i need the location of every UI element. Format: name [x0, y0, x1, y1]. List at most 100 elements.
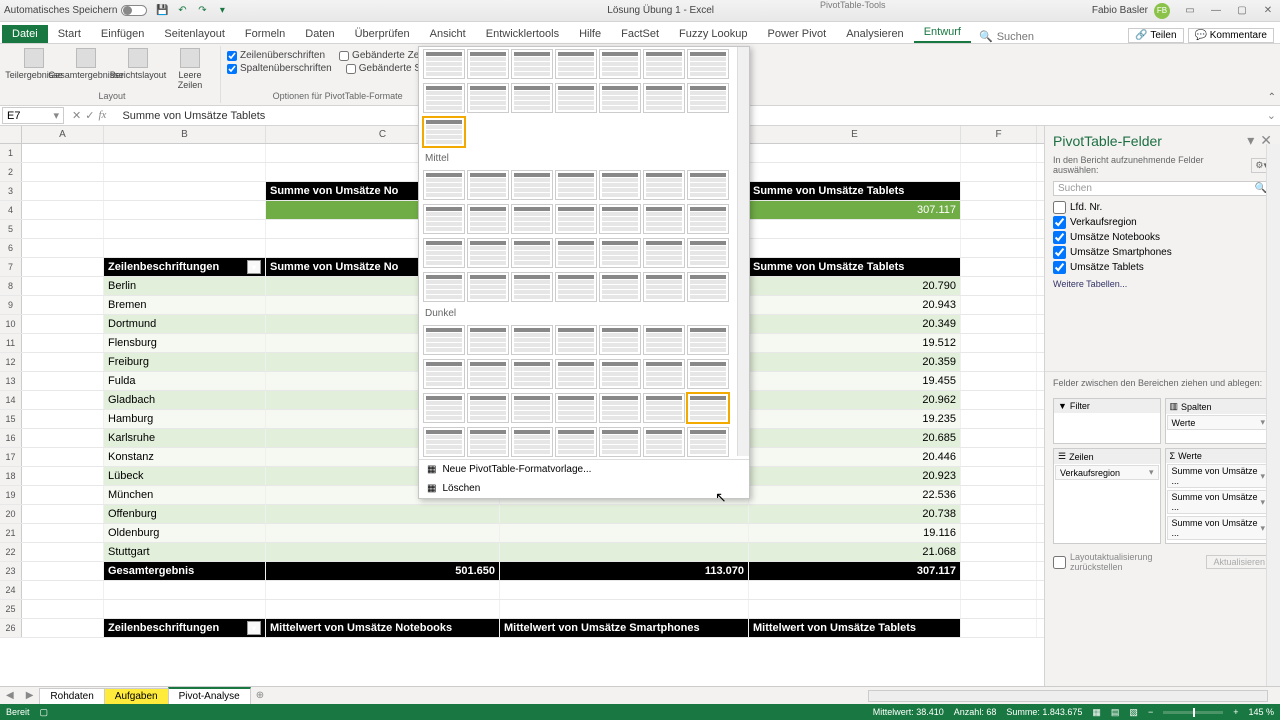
style-swatch[interactable]	[643, 238, 685, 268]
defer-update-checkbox[interactable]	[1053, 556, 1066, 569]
style-swatch[interactable]	[467, 325, 509, 355]
style-swatch[interactable]	[467, 204, 509, 234]
style-swatch[interactable]	[467, 83, 509, 113]
style-swatch[interactable]	[643, 272, 685, 302]
cancel-icon[interactable]: ✕	[72, 109, 81, 122]
gallery-scrollbar[interactable]	[737, 47, 749, 456]
sheet-tab[interactable]: Pivot-Analyse	[168, 687, 251, 704]
filter-dropdown-icon[interactable]: ▾	[247, 621, 261, 635]
zoom-in-icon[interactable]: +	[1233, 707, 1238, 717]
style-swatch[interactable]	[643, 204, 685, 234]
style-swatch[interactable]	[643, 359, 685, 389]
style-swatch[interactable]	[467, 49, 509, 79]
ribbon-display-icon[interactable]: ▭	[1182, 5, 1198, 16]
sheet-nav-next-icon[interactable]: ▶	[20, 690, 40, 701]
area-rows[interactable]: ☰ Zeilen Verkaufsregion▾	[1053, 448, 1161, 544]
style-swatch[interactable]	[687, 393, 729, 423]
style-swatch[interactable]	[467, 170, 509, 200]
undo-icon[interactable]: ↶	[175, 4, 189, 18]
table-row[interactable]: 22Stuttgart21.068	[0, 543, 1044, 562]
table-row[interactable]: 21Oldenburg19.116	[0, 524, 1044, 543]
tab-fuzzy-lookup[interactable]: Fuzzy Lookup	[669, 25, 757, 43]
style-swatch[interactable]	[423, 272, 465, 302]
filter-dropdown-icon[interactable]: ▾	[247, 260, 261, 274]
maximize-icon[interactable]: ▢	[1234, 5, 1250, 16]
table-row[interactable]: 26Zeilenbeschriftungen▾Mittelwert von Um…	[0, 619, 1044, 638]
style-swatch[interactable]	[643, 393, 685, 423]
tab-einfuegen[interactable]: Einfügen	[91, 25, 154, 43]
style-swatch[interactable]	[687, 325, 729, 355]
style-swatch[interactable]	[423, 427, 465, 457]
style-swatch[interactable]	[423, 83, 465, 113]
collapse-ribbon-icon[interactable]: ⌃	[1268, 92, 1276, 103]
style-swatch[interactable]	[555, 272, 597, 302]
select-all-corner[interactable]	[0, 126, 22, 143]
tab-ueberpruefen[interactable]: Überprüfen	[345, 25, 420, 43]
style-swatch[interactable]	[599, 204, 641, 234]
area-item[interactable]: Summe von Umsätze ...▾	[1167, 490, 1271, 514]
style-swatch[interactable]	[467, 272, 509, 302]
tab-entwicklertools[interactable]: Entwicklertools	[476, 25, 569, 43]
field-list-dropdown-icon[interactable]: ▾	[1247, 132, 1254, 149]
search-box[interactable]: 🔍Suchen	[979, 30, 1034, 43]
style-swatch[interactable]	[599, 427, 641, 457]
share-button[interactable]: 🔗 Teilen	[1128, 28, 1183, 43]
zoom-slider[interactable]	[1163, 711, 1223, 714]
area-columns[interactable]: ▥ Spalten Werte▾	[1165, 398, 1273, 444]
add-sheet-icon[interactable]: ⊕	[250, 690, 270, 701]
field-checkbox[interactable]: Umsätze Smartphones	[1053, 245, 1272, 260]
style-swatch[interactable]	[467, 427, 509, 457]
close-icon[interactable]: ✕	[1260, 5, 1276, 16]
fx-icon[interactable]: fx	[98, 109, 112, 122]
style-swatch[interactable]	[643, 83, 685, 113]
style-swatch[interactable]	[511, 238, 553, 268]
tab-power-pivot[interactable]: Power Pivot	[758, 25, 837, 43]
vertical-scrollbar[interactable]	[1266, 144, 1280, 686]
tab-formeln[interactable]: Formeln	[235, 25, 295, 43]
clear-style-menuitem[interactable]: ▦Löschen	[419, 479, 749, 498]
style-swatch[interactable]	[511, 325, 553, 355]
style-swatch[interactable]	[687, 427, 729, 457]
style-swatch[interactable]	[555, 359, 597, 389]
autosave-toggle[interactable]: Automatisches Speichern	[4, 5, 147, 16]
view-normal-icon[interactable]: ▦	[1092, 707, 1101, 718]
area-item[interactable]: Werte▾	[1167, 415, 1271, 430]
style-swatch[interactable]	[423, 359, 465, 389]
sheet-tab[interactable]: Rohdaten	[39, 688, 104, 704]
name-box[interactable]: E7▾	[2, 107, 64, 124]
tab-daten[interactable]: Daten	[295, 25, 344, 43]
redo-icon[interactable]: ↷	[195, 4, 209, 18]
style-swatch[interactable]	[643, 427, 685, 457]
style-swatch[interactable]	[599, 49, 641, 79]
style-swatch[interactable]	[599, 238, 641, 268]
more-tables-link[interactable]: Weitere Tabellen...	[1045, 277, 1280, 291]
enter-icon[interactable]: ✓	[85, 109, 94, 122]
report-layout-button[interactable]: Berichtslayout	[114, 48, 162, 91]
sheet-nav-prev-icon[interactable]: ◀	[0, 690, 20, 701]
sheet-tab[interactable]: Aufgaben	[104, 688, 169, 704]
table-row[interactable]: 20Offenburg20.738	[0, 505, 1044, 524]
user-account[interactable]: Fabio Basler FB	[1092, 3, 1170, 19]
chk-row-headers[interactable]: Zeilenüberschriften	[227, 50, 325, 61]
update-button[interactable]: Aktualisieren	[1206, 555, 1272, 569]
comments-button[interactable]: 💬 Kommentare	[1188, 28, 1274, 43]
view-pagebreak-icon[interactable]: ▧	[1129, 707, 1138, 718]
tab-ansicht[interactable]: Ansicht	[420, 25, 476, 43]
save-icon[interactable]: 💾	[155, 4, 169, 18]
style-swatch[interactable]	[555, 238, 597, 268]
style-swatch[interactable]	[467, 238, 509, 268]
style-swatch[interactable]	[423, 393, 465, 423]
style-swatch[interactable]	[511, 359, 553, 389]
style-swatch[interactable]	[555, 170, 597, 200]
col-header[interactable]: E	[749, 126, 961, 143]
zoom-level[interactable]: 145 %	[1248, 707, 1274, 717]
style-swatch[interactable]	[599, 325, 641, 355]
table-row[interactable]: 25	[0, 600, 1044, 619]
style-swatch[interactable]	[467, 393, 509, 423]
new-style-menuitem[interactable]: ▦Neue PivotTable-Formatvorlage...	[419, 460, 749, 479]
style-swatch[interactable]	[423, 325, 465, 355]
style-swatch[interactable]	[687, 204, 729, 234]
style-swatch[interactable]	[423, 238, 465, 268]
area-values[interactable]: Σ Werte Summe von Umsätze ...▾ Summe von…	[1165, 448, 1273, 544]
style-swatch[interactable]	[599, 272, 641, 302]
